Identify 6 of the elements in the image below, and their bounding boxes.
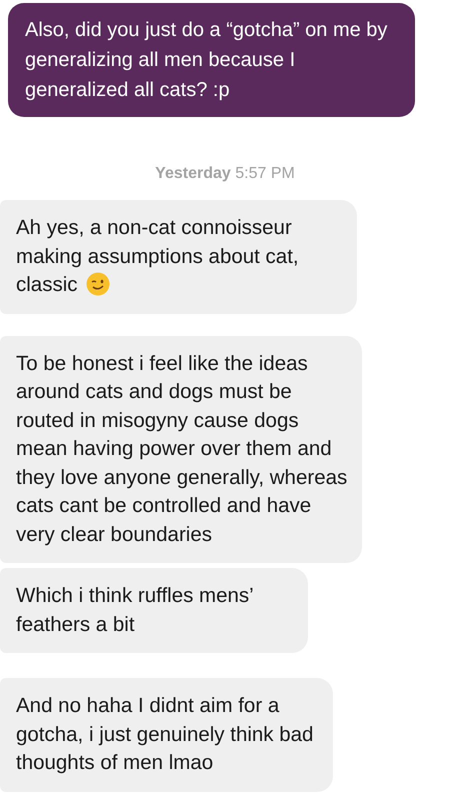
timestamp: Yesterday 5:57 PM [155, 164, 295, 184]
message-bubble: Which i think ruffles mens’ feathers a bit [0, 568, 308, 653]
message-bubble: Ah yes, a non-cat connoisseur making assumptions about cat, classic [0, 200, 357, 314]
message-bubble: Also, did you just do a “gotcha” on me by generalizing all men because I generalized all cats? :p [8, 3, 415, 117]
message-bubble: And no haha I didnt aim for a gotcha, i just genuinely think bad thoughts of men lmao [0, 678, 333, 792]
message-bubble: To be honest i feel like the ideas around cats and dogs must be routed in misogyny cause dogs mean having power over them and they love anyone generally, whereas cats cant be controlled and have very clear boundaries [0, 336, 362, 563]
